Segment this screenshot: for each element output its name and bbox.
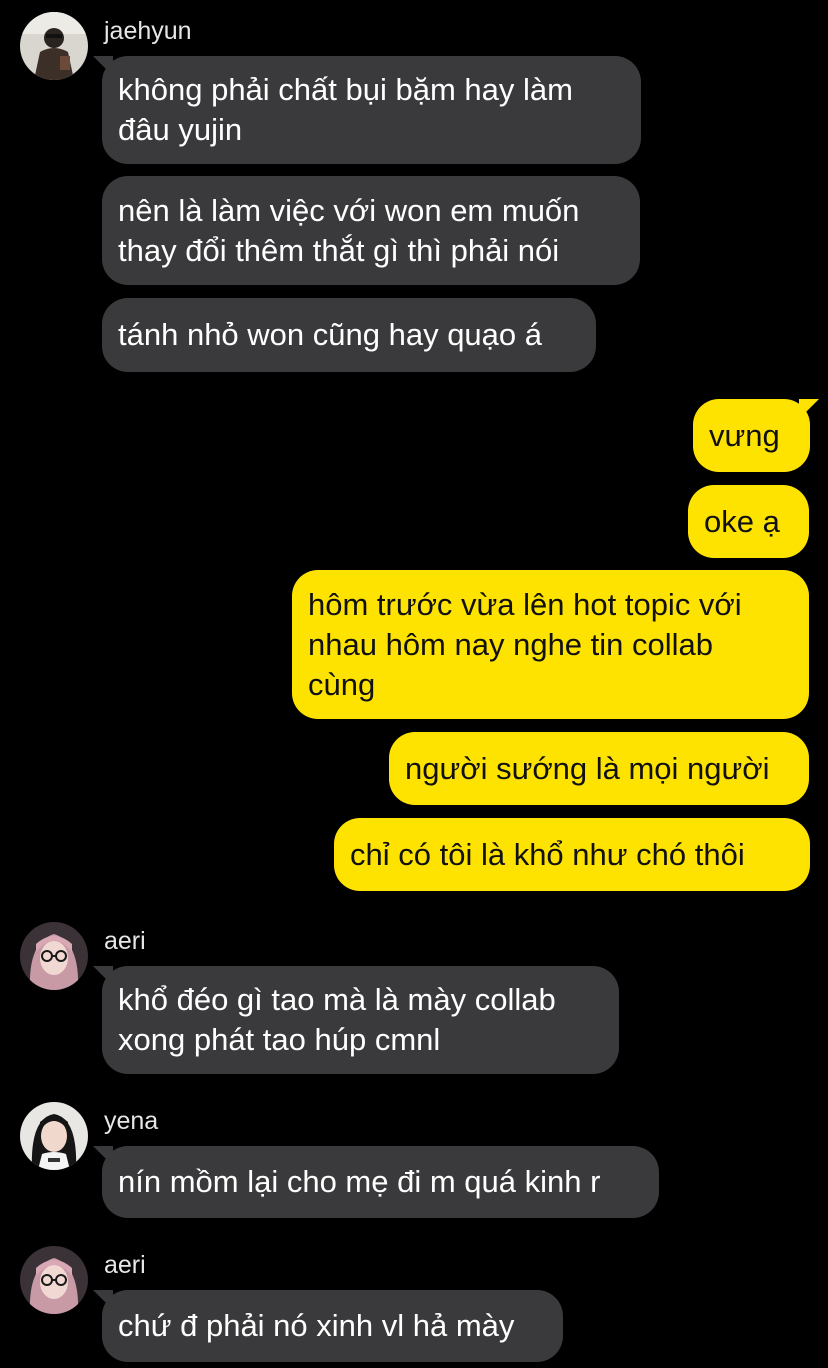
chat-thread[interactable]: jaehyun không phải chất bụi bặm hay làm … [0,0,828,1368]
message-bubble-3[interactable]: tánh nhỏ won cũng hay quạo á [102,298,596,372]
message-text: chứ đ phải nó xinh vl hả mày [118,1308,515,1343]
message-bubble-7[interactable]: người sướng là mọi người [389,732,809,805]
message-text: chỉ có tôi là khổ như chó thôi [350,836,745,872]
sender-name-aeri: aeri [104,927,146,955]
avatar-aeri[interactable] [20,1246,88,1314]
message-bubble-1[interactable]: không phải chất bụi bặm hay làm đâu yuji… [102,56,641,164]
avatar-aeri-image [20,922,88,990]
avatar-aeri-image [20,1246,88,1314]
message-text: oke ạ [704,503,780,539]
message-bubble-10[interactable]: nín mồm lại cho mẹ đi m quá kinh r [102,1146,659,1218]
message-text: khổ đéo gì tao mà là mày collab xong phá… [118,982,556,1057]
avatar-jaehyun[interactable] [20,12,88,80]
message-bubble-2[interactable]: nên là làm việc với won em muốn thay đổi… [102,176,640,285]
avatar-aeri[interactable] [20,922,88,990]
message-bubble-9[interactable]: khổ đéo gì tao mà là mày collab xong phá… [102,966,619,1074]
message-bubble-5[interactable]: oke ạ [688,485,809,558]
message-text: hôm trước vừa lên hot topic với nhau hôm… [308,586,742,702]
message-text: vưng [709,417,780,453]
message-bubble-11[interactable]: chứ đ phải nó xinh vl hả mày [102,1290,563,1362]
sender-name-yena: yena [104,1107,159,1135]
message-text: nên là làm việc với won em muốn thay đổi… [118,192,580,268]
message-text: không phải chất bụi bặm hay làm đâu yuji… [118,72,573,147]
message-bubble-6[interactable]: hôm trước vừa lên hot topic với nhau hôm… [292,570,809,719]
message-bubble-4[interactable]: vưng [693,399,810,472]
avatar-yena[interactable] [20,1102,88,1170]
message-bubble-8[interactable]: chỉ có tôi là khổ như chó thôi [334,818,810,891]
sender-name-aeri: aeri [104,1251,146,1279]
avatar-jaehyun-image [20,12,88,80]
message-text: người sướng là mọi người [405,750,770,786]
message-text: nín mồm lại cho mẹ đi m quá kinh r [118,1164,601,1199]
message-text: tánh nhỏ won cũng hay quạo á [118,317,543,352]
sender-name-jaehyun: jaehyun [104,17,192,45]
avatar-yena-image [20,1102,88,1170]
